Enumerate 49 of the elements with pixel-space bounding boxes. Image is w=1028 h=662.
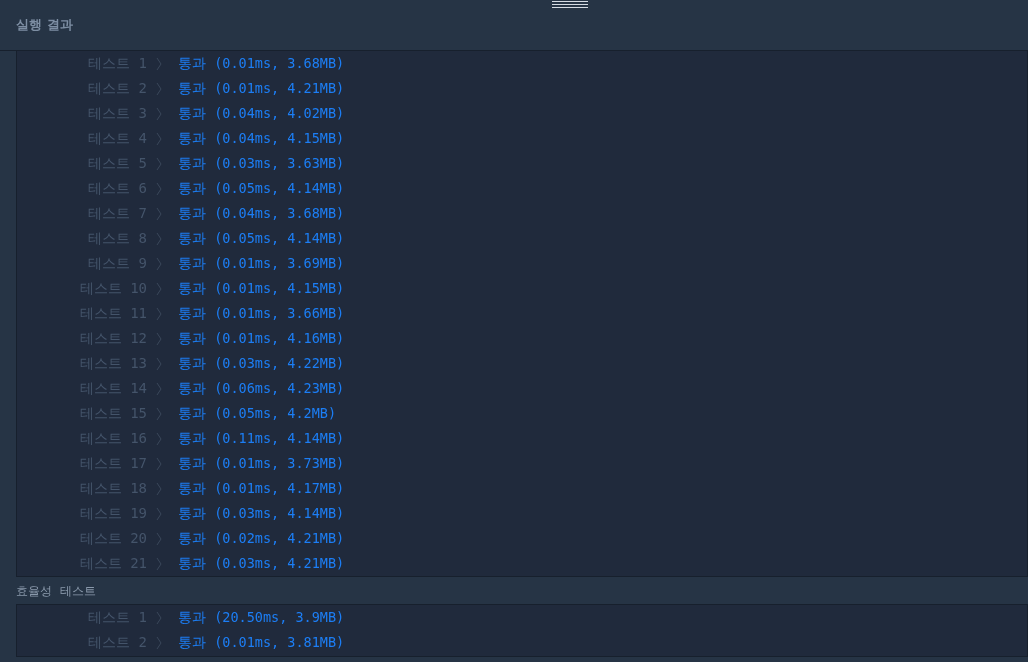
chevron-right-icon bbox=[156, 181, 162, 196]
test-result: 통과 (0.04ms, 3.68MB) bbox=[178, 204, 345, 224]
chevron-right-icon bbox=[156, 556, 162, 571]
test-result: 통과 (0.03ms, 4.22MB) bbox=[178, 354, 345, 374]
chevron-right-icon bbox=[156, 431, 162, 446]
section-title: 효율성 테스트 bbox=[16, 582, 96, 600]
chevron-right-icon bbox=[156, 56, 162, 71]
test-result: 통과 (0.02ms, 4.21MB) bbox=[178, 529, 345, 549]
chevron-right-icon bbox=[156, 206, 162, 221]
test-result: 통과 (0.01ms, 4.16MB) bbox=[178, 329, 345, 349]
test-result: 통과 (0.04ms, 4.02MB) bbox=[178, 104, 345, 124]
test-result: 통과 (0.03ms, 4.21MB) bbox=[178, 554, 345, 574]
test-result: 통과 (0.05ms, 4.14MB) bbox=[178, 179, 345, 199]
test-result: 통과 (0.01ms, 3.69MB) bbox=[178, 254, 345, 274]
test-result: 통과 (0.03ms, 4.14MB) bbox=[178, 504, 345, 524]
test-result: 통과 (20.50ms, 3.9MB) bbox=[178, 608, 345, 628]
chevron-right-icon bbox=[156, 456, 162, 471]
chevron-right-icon bbox=[156, 306, 162, 321]
chevron-right-icon bbox=[156, 131, 162, 146]
test-result: 통과 (0.05ms, 4.2MB) bbox=[178, 404, 337, 424]
test-result: 통과 (0.03ms, 3.63MB) bbox=[178, 154, 345, 174]
chevron-right-icon bbox=[156, 635, 162, 650]
test-result: 통과 (0.01ms, 3.68MB) bbox=[178, 54, 345, 74]
chevron-right-icon bbox=[156, 481, 162, 496]
chevron-right-icon bbox=[156, 506, 162, 521]
chevron-right-icon bbox=[156, 356, 162, 371]
chevron-right-icon bbox=[156, 331, 162, 346]
chevron-right-icon bbox=[156, 406, 162, 421]
chevron-right-icon bbox=[156, 531, 162, 546]
chevron-right-icon bbox=[156, 231, 162, 246]
chevron-right-icon bbox=[156, 81, 162, 96]
test-result: 통과 (0.01ms, 3.66MB) bbox=[178, 304, 345, 324]
test-result: 통과 (0.01ms, 4.15MB) bbox=[178, 279, 345, 299]
chevron-right-icon bbox=[156, 381, 162, 396]
test-result: 통과 (0.01ms, 4.21MB) bbox=[178, 79, 345, 99]
panel-title: 실행 결과 bbox=[16, 16, 73, 35]
resize-handle-icon[interactable] bbox=[552, 0, 588, 10]
chevron-right-icon bbox=[156, 106, 162, 121]
chevron-right-icon bbox=[156, 281, 162, 296]
chevron-right-icon bbox=[156, 610, 162, 625]
test-result: 통과 (0.01ms, 3.81MB) bbox=[178, 633, 345, 653]
test-result: 통과 (0.05ms, 4.14MB) bbox=[178, 229, 345, 249]
test-result: 통과 (0.01ms, 3.73MB) bbox=[178, 454, 345, 474]
test-result: 통과 (0.01ms, 4.17MB) bbox=[178, 479, 345, 499]
test-result: 통과 (0.04ms, 4.15MB) bbox=[178, 129, 345, 149]
test-result: 통과 (0.11ms, 4.14MB) bbox=[178, 429, 345, 449]
chevron-right-icon bbox=[156, 156, 162, 171]
chevron-right-icon bbox=[156, 256, 162, 271]
test-result: 통과 (0.06ms, 4.23MB) bbox=[178, 379, 345, 399]
